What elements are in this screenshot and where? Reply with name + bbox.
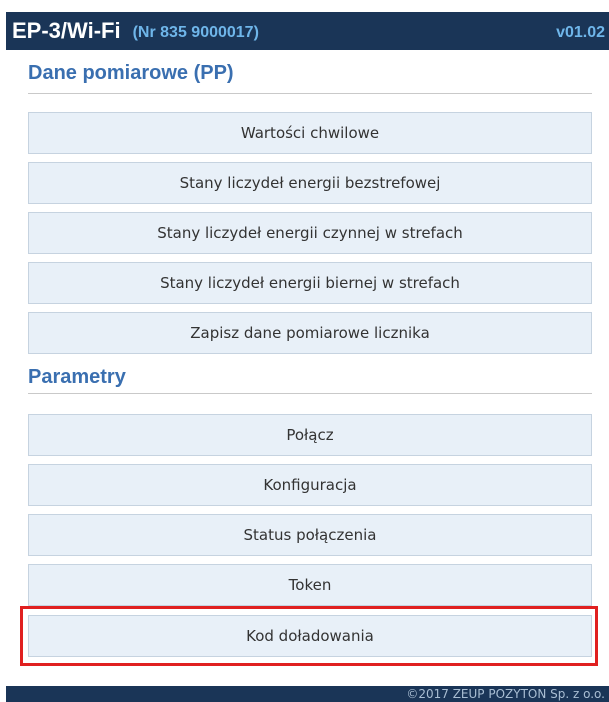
device-serial-number: (Nr 835 9000017) — [132, 23, 259, 41]
button-connection-status[interactable]: Status połączenia — [28, 514, 592, 556]
button-token[interactable]: Token — [28, 564, 592, 606]
copyright-text: ©2017 ZEUP POZYTON Sp. z o.o. — [406, 687, 605, 701]
section-divider-parameters — [28, 393, 592, 394]
button-connect[interactable]: Połącz — [28, 414, 592, 456]
button-reactive-energy-zones[interactable]: Stany liczydeł energii biernej w strefac… — [28, 262, 592, 304]
app-window: EP-3/Wi-Fi (Nr 835 9000017) v01.02 Dane … — [0, 0, 609, 702]
section-title-measurement: Dane pomiarowe (PP) — [28, 62, 234, 84]
button-energy-counters-no-zone[interactable]: Stany liczydeł energii bezstrefowej — [28, 162, 592, 204]
button-active-energy-zones[interactable]: Stany liczydeł energii czynnej w strefac… — [28, 212, 592, 254]
footer-bar: ©2017 ZEUP POZYTON Sp. z o.o. — [6, 686, 609, 702]
firmware-version: v01.02 — [556, 23, 605, 41]
section-divider-measurement — [28, 93, 592, 94]
header-bar: EP-3/Wi-Fi (Nr 835 9000017) v01.02 — [6, 12, 609, 50]
button-top-up-code[interactable]: Kod doładowania — [28, 615, 592, 657]
button-instant-values[interactable]: Wartości chwilowe — [28, 112, 592, 154]
device-title: EP-3/Wi-Fi — [12, 18, 121, 43]
main-content: Dane pomiarowe (PP) Wartości chwilowe St… — [6, 50, 609, 686]
section-title-parameters: Parametry — [28, 366, 126, 388]
button-configuration[interactable]: Konfiguracja — [28, 464, 592, 506]
button-save-measurement-data[interactable]: Zapisz dane pomiarowe licznika — [28, 312, 592, 354]
